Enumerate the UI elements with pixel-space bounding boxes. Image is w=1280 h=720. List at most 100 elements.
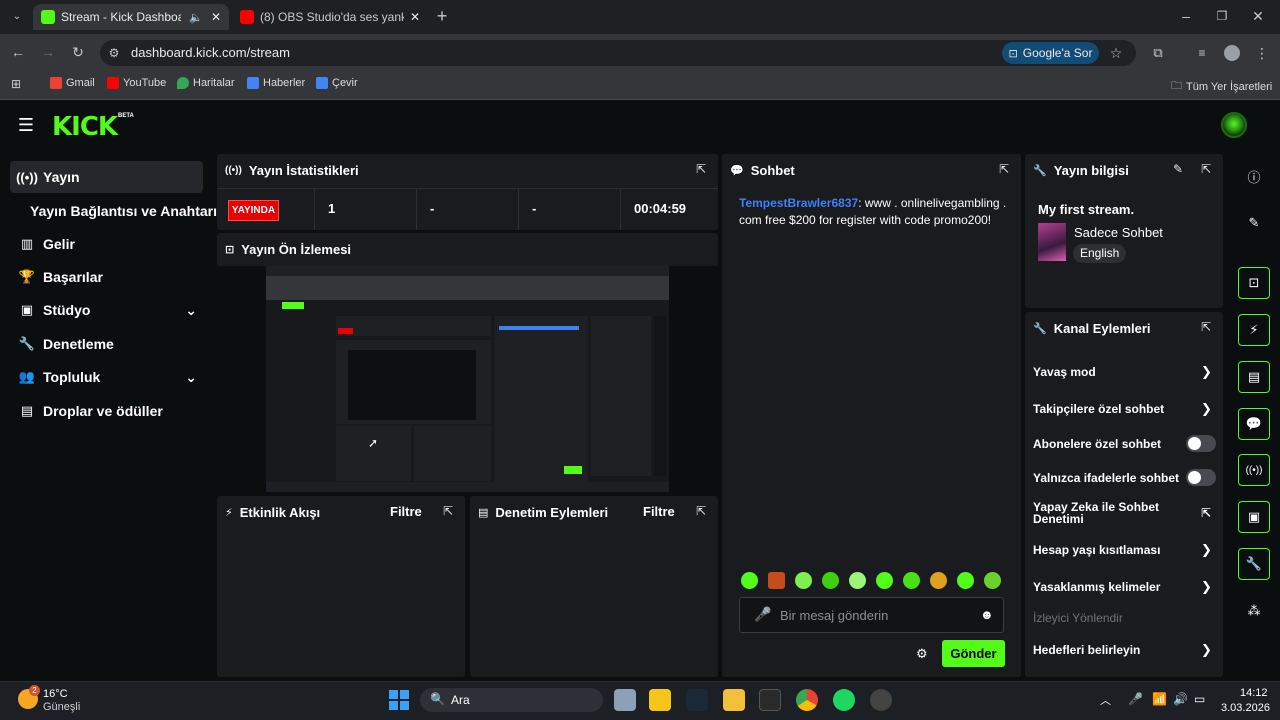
emote-icon[interactable] — [957, 572, 974, 589]
user-avatar[interactable] — [1221, 112, 1247, 138]
bookmark-youtube[interactable]: YouTube — [107, 77, 166, 89]
tab-kick-dashboard[interactable]: Stream - Kick Dashboard 🔈 ✕ — [33, 4, 229, 30]
expand-icon[interactable]: ⇱ — [441, 504, 455, 518]
kick-logo[interactable]: KICK — [52, 112, 118, 142]
clock-date[interactable]: 3.03.2026 — [1221, 702, 1270, 714]
tab-obs-youtube[interactable]: (8) OBS Studio'da ses yankısını ✕ — [232, 4, 428, 30]
sidebar-item-basarilar[interactable]: 🏆 Başarılar — [10, 261, 203, 293]
spotify-icon[interactable] — [833, 689, 855, 711]
maximize-icon[interactable]: ❐ — [1212, 6, 1232, 26]
sidebar-item-gelir[interactable]: ▥ Gelir — [10, 228, 203, 260]
sidebar-item-denetleme[interactable]: 🔧 Denetleme — [10, 328, 203, 360]
steam-icon[interactable] — [686, 689, 708, 711]
action-followers-only[interactable]: Takipçilere özel sohbet — [1033, 402, 1164, 416]
emote-icon[interactable] — [822, 572, 839, 589]
chevron-right-icon[interactable]: ❯ — [1201, 642, 1212, 658]
expand-icon[interactable]: ⇱ — [1199, 320, 1213, 334]
chat-bubble-icon[interactable]: 💬 — [1238, 408, 1270, 440]
bookmark-gmail[interactable]: Gmail — [50, 77, 95, 89]
stream-info-icon[interactable]: ▣ — [1238, 501, 1270, 533]
microphone-icon[interactable]: 🎤 — [754, 606, 771, 623]
chevron-right-icon[interactable]: ❯ — [1201, 364, 1212, 380]
emotes-only-toggle[interactable] — [1186, 469, 1216, 486]
emote-icon[interactable] — [930, 572, 947, 589]
preview-toggle-icon[interactable]: ⊡ — [1238, 267, 1270, 299]
forward-icon[interactable]: → — [38, 42, 58, 62]
epic-games-icon[interactable] — [759, 689, 781, 711]
profile-avatar[interactable] — [1224, 45, 1240, 61]
chat-username[interactable]: TempestBrawler6837 — [739, 196, 858, 210]
action-banned-words[interactable]: Yasaklanmış kelimeler — [1033, 580, 1160, 594]
file-explorer-icon[interactable] — [723, 689, 745, 711]
emoji-picker-icon[interactable]: ☻ — [980, 607, 994, 622]
emote-icon[interactable] — [876, 572, 893, 589]
task-view-icon[interactable] — [614, 689, 636, 711]
action-set-goals[interactable]: Hedefleri belirleyin — [1033, 643, 1140, 657]
back-icon[interactable]: ← — [8, 42, 28, 62]
emote-icon[interactable] — [849, 572, 866, 589]
edit-pencil-icon[interactable]: ✎ — [1238, 207, 1270, 239]
subscribers-only-toggle[interactable] — [1186, 435, 1216, 452]
wrench-icon[interactable]: 🔧 — [1238, 548, 1270, 580]
sidebar-item-studyo[interactable]: ▣ Stüdyo ⌄ — [10, 294, 203, 326]
chat-input[interactable]: 🎤 Bir mesaj gönderin ☻ — [739, 597, 1004, 633]
emote-icon[interactable] — [984, 572, 1001, 589]
bookmark-star-icon[interactable]: ☆ — [1106, 43, 1126, 63]
extensions-icon[interactable]: ⧉ — [1148, 43, 1168, 63]
emote-icon[interactable] — [795, 572, 812, 589]
battery-icon[interactable]: ▭ — [1194, 692, 1205, 706]
media-control-icon[interactable]: ≡ — [1192, 43, 1212, 63]
expand-icon[interactable]: ⇱ — [1199, 162, 1213, 176]
hamburger-menu-icon[interactable]: ☰ — [16, 115, 36, 135]
sidebar-item-stream-key[interactable]: Yayın Bağlantısı ve Anahtarı — [0, 195, 217, 227]
chat-settings-gear-icon[interactable]: ⚙ — [916, 646, 928, 662]
sidebar-item-yayin[interactable]: ((•)) Yayın — [10, 161, 203, 193]
rockstar-icon[interactable] — [649, 689, 671, 711]
activity-filter-button[interactable]: Filtre — [390, 504, 422, 519]
reload-icon[interactable]: ↻ — [68, 42, 88, 62]
chevron-right-icon[interactable]: ❯ — [1201, 579, 1212, 595]
external-link-icon[interactable]: ⇱ — [1201, 506, 1211, 520]
emote-icon[interactable] — [741, 572, 758, 589]
microphone-tray-icon[interactable]: 🎤 — [1128, 692, 1143, 706]
bookmark-maps[interactable]: Haritalar — [177, 77, 235, 89]
document-icon[interactable]: ▤ — [1238, 361, 1270, 393]
chevron-right-icon[interactable]: ❯ — [1201, 401, 1212, 417]
taskbar-search[interactable]: 🔍 Ara — [420, 688, 603, 712]
sidebar-item-droplar[interactable]: ▤ Droplar ve ödüller — [10, 395, 203, 427]
edit-pencil-icon[interactable]: ✎ — [1171, 162, 1185, 176]
tab-search-chevron-icon[interactable]: ⌄ — [7, 7, 27, 27]
mod-filter-button[interactable]: Filtre — [643, 504, 675, 519]
bookmark-news[interactable]: Haberler — [247, 77, 305, 89]
tray-chevron-up-icon[interactable]: ︿ — [1100, 692, 1111, 708]
expand-icon[interactable]: ⇱ — [694, 162, 708, 176]
sidebar-item-topluluk[interactable]: 👥 Topluluk ⌄ — [10, 361, 203, 393]
close-tab-icon[interactable]: ✕ — [211, 10, 221, 24]
site-info-icon[interactable]: ⚙ — [104, 43, 124, 63]
info-icon[interactable]: ⓘ — [1238, 160, 1270, 192]
emote-icon[interactable] — [768, 572, 785, 589]
clock-time[interactable]: 14:12 — [1240, 687, 1268, 699]
action-ai-moderation[interactable]: Yapay Zeka ile Sohbet Denetimi — [1033, 501, 1183, 525]
action-account-age[interactable]: Hesap yaşı kısıtlaması — [1033, 543, 1160, 557]
ask-google-button[interactable]: ⊡ Google'a Sor — [1002, 42, 1099, 64]
chrome-icon[interactable] — [796, 689, 818, 711]
expand-icon[interactable]: ⇱ — [694, 504, 708, 518]
all-bookmarks[interactable]: 🗀 Tüm Yer İşaretleri — [1171, 77, 1272, 96]
wifi-icon[interactable]: 📶 — [1152, 692, 1167, 706]
volume-icon[interactable]: 🔊 — [1173, 692, 1188, 706]
menu-dots-icon[interactable]: ⋮ — [1252, 43, 1272, 63]
obs-icon[interactable] — [870, 689, 892, 711]
add-widget-icon[interactable]: ⁂ — [1238, 595, 1270, 627]
lightning-icon[interactable]: ⚡ — [1238, 314, 1270, 346]
broadcast-icon[interactable]: ((•)) — [1238, 454, 1270, 486]
chevron-right-icon[interactable]: ❯ — [1201, 542, 1212, 558]
windows-start-icon[interactable] — [389, 690, 409, 710]
emote-icon[interactable] — [903, 572, 920, 589]
stream-preview[interactable]: ➚ — [266, 266, 669, 492]
speaker-icon[interactable]: 🔈 — [189, 11, 203, 24]
minimize-icon[interactable]: – — [1176, 6, 1196, 26]
bookmark-translate[interactable]: Çevir — [316, 77, 358, 89]
action-slow-mode[interactable]: Yavaş mod — [1033, 365, 1096, 379]
apps-grid-icon[interactable]: ⊞ — [6, 74, 26, 94]
